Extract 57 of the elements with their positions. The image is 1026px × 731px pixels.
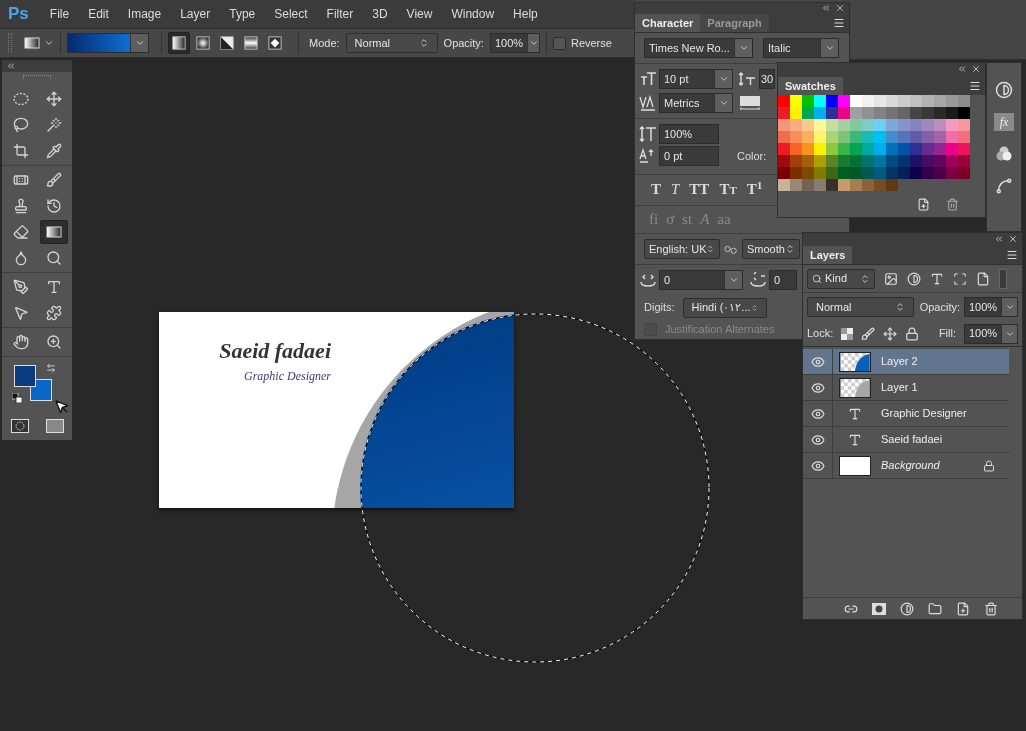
menu-item[interactable]: Window <box>451 5 495 23</box>
menu-item[interactable]: Type <box>229 5 256 23</box>
menu-item[interactable]: File <box>49 5 70 23</box>
type-style-button[interactable]: TT <box>687 178 712 201</box>
type-style-button[interactable]: T <box>649 178 663 201</box>
menu-item[interactable]: Image <box>127 5 162 23</box>
mode-select[interactable]: Normal <box>345 33 438 53</box>
menu-item[interactable]: Select <box>274 5 308 23</box>
layer-row[interactable]: Saeid fadaei <box>803 427 1009 453</box>
menu-item[interactable]: Edit <box>88 5 109 23</box>
digits-label: Digits: <box>644 300 675 316</box>
reverse-checkbox[interactable]: Reverse <box>552 34 612 52</box>
mode-label: Mode: <box>309 35 340 51</box>
kashida-field[interactable]: 0 <box>659 270 743 291</box>
layer-name: Layer 1 <box>881 380 919 396</box>
menu-item[interactable]: Help <box>513 5 538 23</box>
font-family-field[interactable]: Times New Ro... <box>644 37 753 58</box>
diacritic-field[interactable]: 0 <box>769 270 797 291</box>
opacity-label: Opacity: <box>443 35 484 51</box>
anti-aliasing-select[interactable]: Smooth <box>742 239 800 260</box>
menu-item[interactable]: 3D <box>372 5 388 23</box>
menu-item[interactable]: View <box>406 5 433 23</box>
lock-label: Lock: <box>807 326 834 342</box>
digits-select[interactable]: Hindi (٠١٢... <box>682 297 767 318</box>
layer-name: Background <box>881 458 941 474</box>
menu-item[interactable]: Layer <box>180 5 211 23</box>
type-style-button[interactable]: T$^{1}$ <box>744 178 765 201</box>
layer-row[interactable]: Layer 2 <box>803 349 1009 375</box>
type-style-button[interactable]: T <box>669 178 682 201</box>
leading-field[interactable]: 30 <box>759 68 775 89</box>
layer-row[interactable]: Graphic Designer <box>803 401 1009 427</box>
kerning-field[interactable]: Metrics <box>659 92 733 113</box>
font-style-field[interactable]: Italic <box>763 37 839 58</box>
layer-opacity-field[interactable]: 100% <box>964 297 1018 317</box>
vertical-scale-field[interactable]: 100% <box>659 123 719 144</box>
card-name: Saeid fadaei <box>219 340 331 362</box>
opacity-field[interactable]: 100% <box>489 33 540 53</box>
layer-filter-select[interactable]: Kind <box>807 268 875 289</box>
baseline-shift-field[interactable]: 0 pt <box>659 145 719 166</box>
menu-item[interactable]: Filter <box>326 5 354 23</box>
fill-label: Fill: <box>938 326 956 342</box>
layer-name: Layer 2 <box>881 354 919 370</box>
panel-tab[interactable]: Layers <box>803 246 853 264</box>
type-style-button[interactable]: Tt <box>717 178 739 201</box>
language-select[interactable]: English: UK <box>644 239 720 260</box>
opacity-label: Opacity: <box>919 299 960 315</box>
card-job-title: Graphic Designer <box>244 368 331 385</box>
blend-mode-select[interactable]: Normal <box>807 297 914 317</box>
layer-name: Saeid fadaei <box>881 432 944 448</box>
panel-tab[interactable]: Swatches <box>778 77 843 95</box>
fill-field[interactable]: 100% <box>964 323 1018 344</box>
layer-name: Graphic Designer <box>881 406 968 422</box>
layer-row[interactable]: Background <box>803 453 1009 479</box>
app-logo: Ps <box>8 3 29 26</box>
color-label: Color: <box>737 148 767 164</box>
font-size-field[interactable]: 10 pt <box>659 68 733 89</box>
layer-row[interactable]: Layer 1 <box>803 375 1009 401</box>
